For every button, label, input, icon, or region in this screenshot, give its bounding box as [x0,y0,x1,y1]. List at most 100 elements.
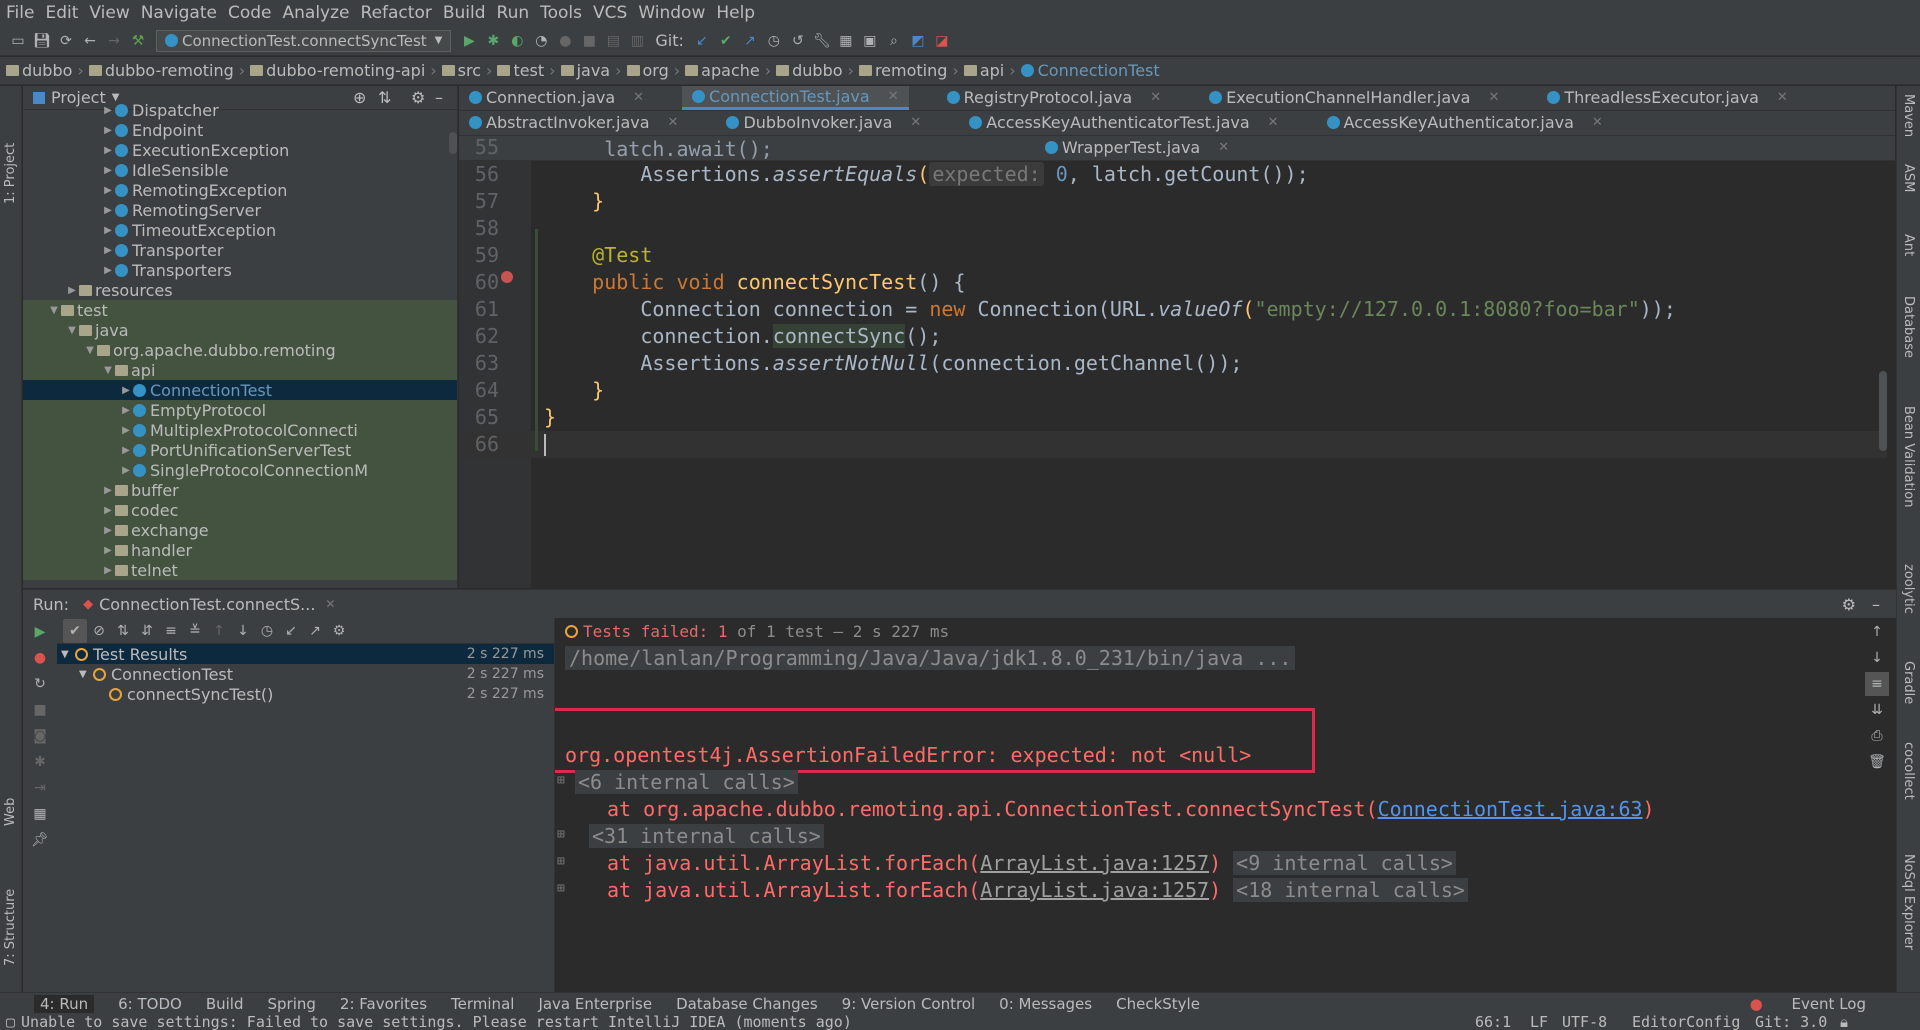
tree-item[interactable]: ▶ handler [23,540,457,560]
structure-tool-tab[interactable]: 7: Structure [3,856,18,966]
menu-run[interactable]: Run [497,3,530,23]
breadcrumb-item[interactable]: dubbo-remoting [88,61,234,80]
stop-icon[interactable]: ■ [28,698,52,722]
tree-item[interactable]: ▶ IdleSensible [23,160,457,180]
test-class-row[interactable]: ▼ ConnectionTest 2 s 227 ms [57,664,554,684]
search-icon[interactable]: ⌕ [882,29,906,53]
scroll-to-end-icon[interactable]: ⇊ [1865,698,1889,722]
expand-icon[interactable]: ⊞ [557,854,565,869]
chevron-right-icon[interactable]: ▶ [119,445,133,456]
ant-tool-tab[interactable]: Ant [1901,234,1916,256]
chevron-right-icon[interactable]: ▶ [101,265,115,276]
open-folder-icon[interactable]: ▭ [6,29,30,53]
menu-refactor[interactable]: Refactor [361,3,432,23]
tree-item[interactable]: ▶ TimeoutException [23,220,457,240]
terminal-tool-button[interactable]: Terminal [451,995,514,1013]
scroll-up-icon[interactable]: ↑ [1865,620,1889,644]
tree-item[interactable]: ▶ codec [23,500,457,520]
tree-item[interactable]: ▼ java [23,320,457,340]
project-scrollbar[interactable] [449,132,457,154]
breadcrumb-item[interactable]: dubbo-remoting-api [250,61,425,80]
menu-navigate[interactable]: Navigate [141,3,217,23]
breadcrumb-item[interactable]: remoting [858,61,947,80]
history-icon[interactable]: ◷ [255,619,279,643]
tree-item[interactable]: ▶ exchange [23,520,457,540]
tree-item[interactable]: ▶ Transporter [23,240,457,260]
menu-tools[interactable]: Tools [540,3,582,23]
coverage-icon[interactable]: ◐ [505,29,529,53]
debug-icon[interactable]: ✱ [481,29,505,53]
rerun-icon[interactable]: ▶ [28,620,52,644]
editor-config[interactable]: EditorConfig [1632,1013,1740,1030]
tree-item[interactable]: ▶ ConnectionTest [23,380,457,400]
tree-item[interactable]: ▶ RemotingException [23,180,457,200]
editor-tab[interactable]: ConnectionTest.java ✕ [682,86,909,110]
expand-icon[interactable]: ⊞ [557,827,565,842]
plugin-icon[interactable]: ◪ [930,29,954,53]
menu-analyze[interactable]: Analyze [283,3,350,23]
stop-icon[interactable]: ■ [577,29,601,53]
chevron-right-icon[interactable]: ▶ [101,205,115,216]
editor-tab[interactable]: Connection.java ✕ [459,86,654,110]
chevron-right-icon[interactable]: ▶ [101,565,115,576]
event-log-button[interactable]: ● Event Log [1750,995,1890,1013]
close-icon[interactable]: ✕ [668,115,679,130]
collapse-all-icon[interactable]: ≚ [183,619,207,643]
build-hammer-icon[interactable]: ⚒ [126,29,150,53]
sort-duration-icon[interactable]: ⇵ [135,619,159,643]
soft-wrap-icon[interactable]: ≡ [1865,672,1889,696]
editor-tab[interactable]: AbstractInvoker.java ✕ [459,111,688,135]
back-icon[interactable]: ← [78,29,102,53]
breadcrumb-item[interactable]: api [963,61,1004,80]
close-icon[interactable]: ✕ [1592,115,1603,130]
exit-icon[interactable]: ⇥ [28,776,52,800]
breadcrumb-item[interactable]: apache [685,61,760,80]
internal-calls-line[interactable]: <6 internal calls> [575,770,798,794]
favorites-tool-button[interactable]: 2: Favorites [340,995,427,1013]
line-separator[interactable]: LF [1530,1013,1548,1030]
close-icon[interactable]: ✕ [910,115,921,130]
chevron-right-icon[interactable]: ▶ [101,105,115,116]
editor-tab[interactable]: AccessKeyAuthenticatorTest.java ✕ [959,111,1288,135]
folded-calls[interactable]: <18 internal calls> [1233,878,1468,902]
menu-edit[interactable]: Edit [45,3,78,23]
expand-icon[interactable]: ⊞ [557,881,565,896]
profile-icon[interactable]: ◔ [529,29,553,53]
file-encoding[interactable]: UTF-8 [1562,1013,1607,1030]
tree-item[interactable]: ▶ buffer [23,480,457,500]
close-icon[interactable]: ✕ [1488,90,1499,105]
project-tool-tab[interactable]: 1: Project [3,94,18,204]
chevron-right-icon[interactable]: ▶ [101,245,115,256]
sync-icon[interactable]: ⟳ [54,29,78,53]
folded-calls[interactable]: <9 internal calls> [1233,851,1456,875]
folded-calls[interactable]: <6 internal calls> [575,770,798,794]
breadcrumb-item[interactable]: dubbo [6,61,72,80]
lock-icon[interactable]: 🔒︎ [1840,1013,1848,1030]
status-message[interactable]: Unable to save settings: Failed to save … [21,1013,852,1030]
tree-item[interactable]: ▶ SingleProtocolConnectionM [23,460,457,480]
run-tab[interactable]: ConnectionTest.connectS... [99,595,315,614]
close-icon[interactable]: ✕ [1218,140,1229,155]
chevron-right-icon[interactable]: ▶ [101,525,115,536]
tree-item[interactable]: ▶ resources [23,280,457,300]
chevron-right-icon[interactable]: ▶ [101,225,115,236]
tree-item[interactable]: ▶ Endpoint [23,120,457,140]
tree-item[interactable]: ▶ RemotingServer [23,200,457,220]
toggle-auto-test-icon[interactable]: ↻ [28,672,52,696]
settings-wrench-icon[interactable]: 🔧︎ [810,29,834,53]
show-passed-icon[interactable]: ✔ [63,618,87,643]
tree-item[interactable]: ▶ ExecutionException [23,140,457,160]
layout-alt-icon[interactable]: ▥ [625,29,649,53]
tree-item[interactable]: ▼ org.apache.dubbo.remoting [23,340,457,360]
close-icon[interactable]: ✕ [1777,90,1788,105]
git-push-icon[interactable]: ↗ [738,29,762,53]
chevron-right-icon[interactable]: ▶ [101,185,115,196]
export-icon[interactable]: ↗ [303,619,327,643]
breadcrumb-item[interactable]: ConnectionTest [1020,61,1160,80]
run-configuration-select[interactable]: ConnectionTest.connectSyncTest ▼ [156,29,452,52]
console-output[interactable]: Tests failed: 1 of 1 test – 2 s 227 ms /… [555,618,1858,993]
chevron-right-icon[interactable]: ▶ [119,425,133,436]
editor-tab[interactable]: DubboInvoker.java ✕ [716,111,931,135]
chevron-right-icon[interactable]: ▶ [119,385,133,396]
menu-vcs[interactable]: VCS [593,3,627,23]
